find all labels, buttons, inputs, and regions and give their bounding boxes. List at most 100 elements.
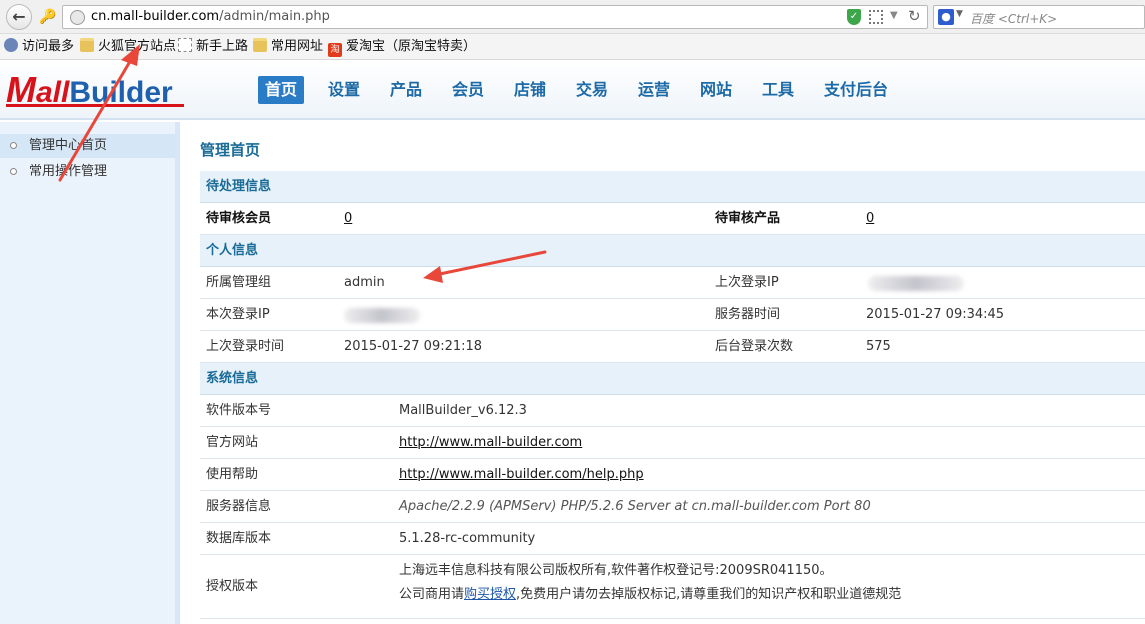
bookmark-most-visited[interactable]: 访问最多: [4, 38, 74, 56]
license-line-1: 上海远丰信息科技有限公司版权所有,软件著作权登记号:2009SR041150。: [399, 563, 833, 578]
sidebar-item-admin-home[interactable]: 管理中心首页: [0, 134, 175, 158]
section-header-system: 系统信息: [206, 371, 259, 386]
version-value: MallBuilder_v6.12.3: [399, 403, 527, 418]
last-login-value: 2015-01-27 09:21:18: [344, 339, 483, 354]
sidebar-item-label: 管理中心首页: [29, 138, 108, 153]
back-button[interactable]: ←: [6, 4, 32, 30]
license-value: 上海远丰信息科技有限公司版权所有,软件著作权登记号:2009SR041150。 …: [399, 555, 901, 619]
pending-products-link[interactable]: 0: [866, 203, 874, 235]
bookmark-label: 访问最多: [22, 39, 75, 54]
last-ip-redacted: [868, 276, 964, 291]
db-version-label: 数据库版本: [206, 531, 272, 546]
license-line-2-prefix: 公司商用请: [399, 587, 465, 602]
url-text[interactable]: cn.mall-builder.com/admin/main.php: [91, 9, 330, 24]
nav-members[interactable]: 会员: [445, 76, 491, 104]
page-title: 管理首页: [200, 141, 261, 159]
server-info-value: Apache/2.2.9 (APMServ) PHP/5.2.6 Server …: [399, 499, 871, 514]
shield-icon[interactable]: ✓: [847, 9, 861, 25]
current-ip-label: 本次登录IP: [206, 307, 270, 322]
last-login-label: 上次登录时间: [206, 339, 285, 354]
table-row: 上次登录时间 2015-01-27 09:21:18 后台登录次数 575: [200, 331, 1145, 363]
sidebar-item-common-ops[interactable]: 常用操作管理: [0, 160, 175, 184]
server-info-label: 服务器信息: [206, 499, 272, 514]
mallbuilder-logo[interactable]: MallBuilder: [6, 72, 173, 110]
sidebar-item-label: 常用操作管理: [29, 164, 108, 179]
pending-products-label: 待审核产品: [715, 211, 781, 226]
table-row: 官方网站 http://www.mall-builder.com: [200, 427, 1145, 459]
bookmark-label: 火狐官方站点: [98, 39, 177, 54]
app-header: MallBuilder 首页 设置 产品 会员 店铺 交易 运营 网站 工具 支…: [0, 60, 1145, 120]
section-header-personal: 个人信息: [206, 243, 259, 258]
address-bar[interactable]: cn.mall-builder.com/admin/main.php ✓ ▼ ↻: [62, 5, 928, 29]
search-input[interactable]: 百度 <Ctrl+K>: [970, 10, 1057, 27]
help-link[interactable]: http://www.mall-builder.com/help.php: [399, 459, 644, 491]
nav-tools[interactable]: 工具: [755, 76, 801, 104]
table-row: 数据库版本 5.1.28-rc-community: [200, 523, 1145, 555]
browser-toolbar: ← 🔑 cn.mall-builder.com/admin/main.php ✓…: [0, 0, 1145, 34]
baidu-paw-icon[interactable]: ●: [938, 9, 954, 25]
table-row: 所属管理组 admin 上次登录IP: [200, 267, 1145, 299]
bookmark-getting-started[interactable]: 新手上路: [178, 38, 248, 56]
main-content: 管理首页 待处理信息 待审核会员 0 待审核产品 0 个人信息 所属管理组 ad…: [200, 122, 1145, 624]
chevron-down-icon[interactable]: ▼: [890, 10, 898, 21]
current-ip-redacted: [344, 308, 420, 323]
section-pending: 待处理信息: [200, 171, 1145, 203]
license-line-2: 公司商用请购买授权,免费用户请勿去掉版权标记,请尊重我们的知识产权和职业道德规范: [399, 587, 901, 611]
db-version-value: 5.1.28-rc-community: [399, 531, 536, 546]
sidebar: 管理中心首页 常用操作管理: [0, 122, 180, 624]
bookmark-label: 常用网址: [271, 39, 324, 54]
table-row: 使用帮助 http://www.mall-builder.com/help.ph…: [200, 459, 1145, 491]
folder-icon: [80, 38, 94, 52]
logo-underline: [6, 104, 184, 107]
login-count-label: 后台登录次数: [715, 339, 794, 354]
table-row: 本次登录IP 服务器时间 2015-01-27 09:34:45: [200, 299, 1145, 331]
nav-shops[interactable]: 店铺: [507, 76, 553, 104]
page-icon: [178, 38, 192, 52]
last-ip-label: 上次登录IP: [715, 275, 779, 290]
search-box[interactable]: ● ▼ 百度 <Ctrl+K>: [933, 5, 1145, 29]
globe-icon: [70, 10, 85, 25]
site-label: 官方网站: [206, 435, 259, 450]
bookmark-firefox-site[interactable]: 火狐官方站点: [80, 38, 176, 56]
bookmark-ai-taobao[interactable]: 淘爱淘宝（原淘宝特卖）: [328, 38, 477, 57]
bookmark-common-sites[interactable]: 常用网址: [253, 38, 323, 56]
nav-products[interactable]: 产品: [383, 76, 429, 104]
table-row: 服务器信息 Apache/2.2.9 (APMServ) PHP/5.2.6 S…: [200, 491, 1145, 523]
nav-operations[interactable]: 运营: [631, 76, 677, 104]
reload-icon[interactable]: ↻: [908, 7, 921, 25]
most-visited-icon: [4, 38, 18, 52]
nav-settings[interactable]: 设置: [321, 76, 367, 104]
version-label: 软件版本号: [206, 403, 272, 418]
section-header-pending: 待处理信息: [206, 179, 272, 194]
help-label: 使用帮助: [206, 467, 259, 482]
bullet-icon: [10, 168, 17, 175]
nav-website[interactable]: 网站: [693, 76, 739, 104]
nav-payment-backend[interactable]: 支付后台: [817, 76, 895, 104]
bookmark-label: 新手上路: [196, 39, 249, 54]
table-row: 软件版本号 MallBuilder_v6.12.3: [200, 395, 1145, 427]
group-label: 所属管理组: [206, 275, 272, 290]
license-label: 授权版本: [206, 579, 259, 594]
search-engine-dropdown-icon[interactable]: ▼: [956, 9, 963, 19]
login-count-value: 575: [866, 339, 891, 354]
pending-members-label: 待审核会员: [206, 211, 272, 226]
official-site-link[interactable]: http://www.mall-builder.com: [399, 427, 582, 459]
bookmarks-toolbar: 访问最多 火狐官方站点 新手上路 常用网址 淘爱淘宝（原淘宝特卖）: [0, 34, 1145, 60]
group-value: admin: [344, 275, 385, 290]
key-icon[interactable]: 🔑: [38, 7, 58, 27]
server-time-value: 2015-01-27 09:34:45: [866, 307, 1005, 322]
taobao-icon: 淘: [328, 43, 342, 57]
table-row: 待审核会员 0 待审核产品 0: [200, 203, 1145, 235]
license-line-2-suffix: ,免费用户请勿去掉版权标记,请尊重我们的知识产权和职业道德规范: [516, 587, 902, 602]
pending-members-link[interactable]: 0: [344, 203, 352, 235]
section-personal: 个人信息: [200, 235, 1145, 267]
folder-icon: [253, 38, 267, 52]
nav-trade[interactable]: 交易: [569, 76, 615, 104]
nav-home[interactable]: 首页: [258, 76, 305, 104]
table-row: 授权版本 上海远丰信息科技有限公司版权所有,软件著作权登记号:2009SR041…: [200, 555, 1145, 619]
url-host: cn.mall-builder.com: [91, 9, 220, 24]
bookmark-label: 爱淘宝（原淘宝特卖）: [346, 39, 477, 54]
url-path: /admin/main.php: [219, 9, 330, 24]
qr-code-icon[interactable]: [869, 10, 883, 24]
buy-license-link[interactable]: 购买授权: [464, 587, 516, 602]
